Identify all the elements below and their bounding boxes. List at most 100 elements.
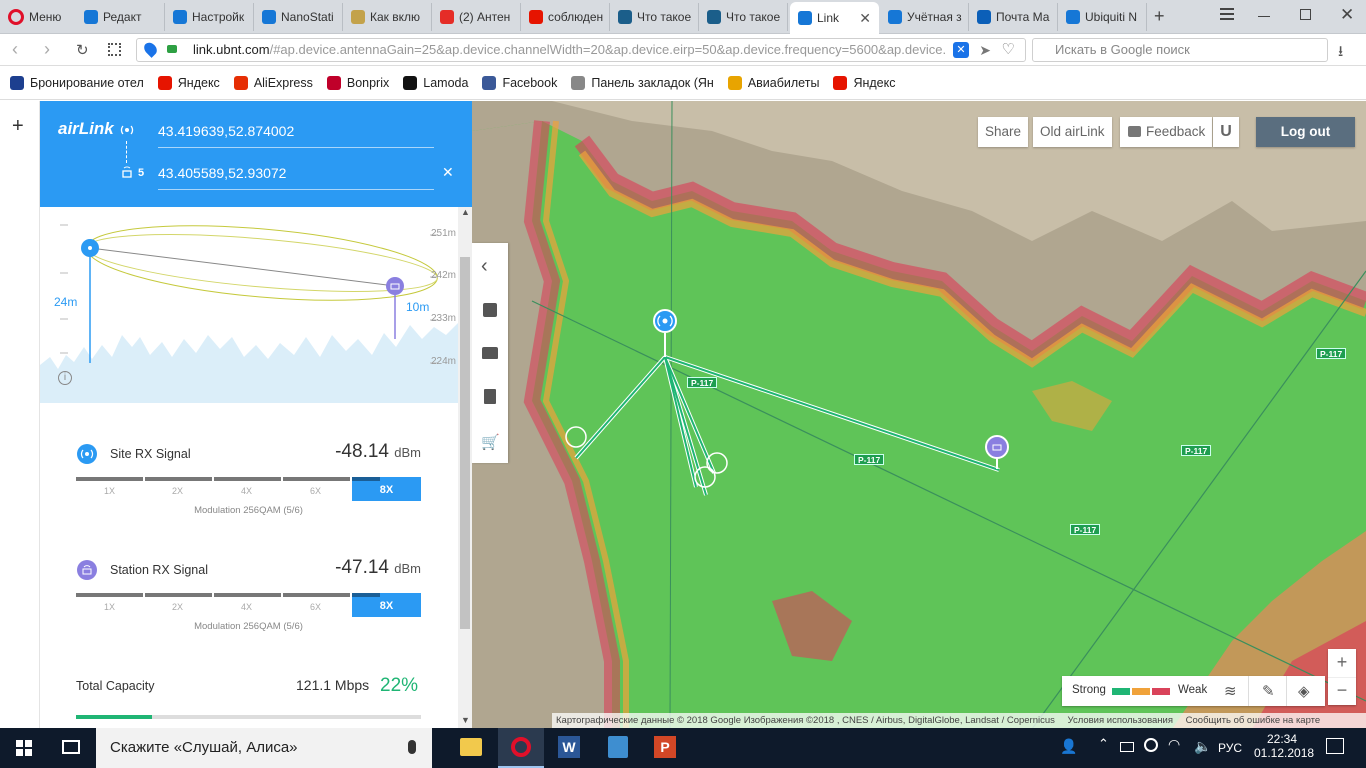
zoom-in-button[interactable]: + [1328, 649, 1356, 677]
bookmark-item[interactable]: Бронирование отел [10, 75, 144, 90]
tab-1[interactable]: Редакт [76, 3, 165, 31]
clear-station-icon[interactable]: ✕ [442, 164, 454, 181]
scroll-down-icon[interactable]: ▼ [461, 715, 470, 725]
minimize-icon[interactable] [1258, 16, 1270, 17]
tab-label: Редакт [103, 10, 142, 24]
road-label: P-117 [854, 454, 885, 465]
bookmark-item[interactable]: Facebook [482, 75, 557, 90]
station-coordinates-input[interactable]: 43.405589,52.93072 [158, 165, 434, 190]
wifi-icon[interactable]: ◠ [1168, 736, 1180, 753]
open-folder-icon[interactable] [482, 347, 498, 359]
tab-7[interactable]: Что такое [610, 3, 699, 31]
powerpoint-icon[interactable]: P [654, 736, 676, 758]
send-icon[interactable]: ➤ [979, 39, 991, 61]
tab-11[interactable]: Почта Ма [969, 3, 1058, 31]
reload-icon[interactable]: ↻ [76, 41, 89, 59]
notifications-icon[interactable] [1326, 738, 1344, 754]
scroll-thumb[interactable] [460, 257, 470, 629]
forward-icon[interactable]: › [44, 39, 50, 60]
wifi-icon [618, 10, 632, 24]
speed-dial-icon[interactable] [108, 43, 121, 56]
download-icon[interactable]: ⭳ [1338, 41, 1343, 66]
share-button[interactable]: Share [978, 117, 1029, 147]
info-icon[interactable]: i [58, 371, 72, 385]
document-icon[interactable] [484, 389, 496, 404]
add-icon[interactable]: + [12, 115, 24, 138]
tab-label: Как вклю [370, 10, 421, 24]
back-icon[interactable]: ‹ [12, 39, 18, 60]
word-icon[interactable]: W [558, 736, 580, 758]
site-coordinates-input[interactable]: 43.419639,52.874002 [158, 123, 434, 148]
windows-start-icon[interactable] [16, 740, 32, 756]
terms-link[interactable]: Условия использования [1068, 715, 1173, 726]
yandex-icon [833, 75, 848, 90]
zoom-out-button[interactable]: − [1328, 677, 1356, 705]
language-indicator[interactable]: РУС [1218, 741, 1242, 755]
tab-5[interactable]: (2) Антен [432, 3, 521, 31]
explorer-icon[interactable] [460, 738, 482, 756]
level-8x-active: 8X [352, 593, 421, 617]
coverage-map[interactable]: P-117 P-117 P-117 P-117 P-117 Share Old … [472, 101, 1366, 729]
taskbar: Скажите «Слушай, Алиса» W P 👤 ⌃ ◠ 🔈 РУС … [0, 728, 1366, 768]
station-rx-label: Station RX Signal [110, 563, 208, 577]
search-field[interactable]: Искать в Google поиск [1032, 38, 1328, 62]
tab-4[interactable]: Как вклю [343, 3, 432, 31]
facebook-icon [482, 75, 497, 90]
profile-chart [40, 224, 458, 403]
tab-9[interactable]: Link ✕ [790, 2, 879, 34]
station-antenna-icon [122, 166, 132, 178]
tab-list-icon[interactable] [1220, 8, 1234, 10]
url-field[interactable]: link.ubnt.com/#ap.device.antennaGain=25&… [136, 38, 1026, 62]
bookmark-item[interactable]: Панель закладок (Ян [571, 75, 714, 90]
bookmark-item[interactable]: AliExpress [233, 75, 313, 90]
volume-icon[interactable]: 🔈 [1194, 738, 1211, 755]
report-link[interactable]: Сообщить об ошибке на карте [1186, 715, 1321, 726]
opera-menu-button[interactable]: Меню [0, 3, 76, 31]
cortana-search[interactable]: Скажите «Слушай, Алиса» [96, 728, 432, 768]
tab-12[interactable]: Ubiquiti N [1058, 3, 1147, 31]
task-view-icon[interactable] [62, 740, 80, 754]
clock[interactable]: 22:34 01.12.2018 [1254, 732, 1314, 760]
people-icon[interactable]: 👤 [1060, 738, 1077, 755]
battery-icon[interactable] [1120, 742, 1134, 752]
network-alert-icon[interactable] [1144, 738, 1158, 752]
bookmark-item[interactable]: Bonprix [326, 75, 389, 90]
close-tab-icon[interactable]: ✕ [859, 10, 871, 27]
panel-scrollbar[interactable]: ▲ ▼ [458, 207, 472, 729]
level-4x: 4X [241, 486, 253, 496]
scroll-up-icon[interactable]: ▲ [461, 207, 470, 217]
ruler-icon[interactable]: ✎ [1262, 682, 1275, 700]
signal-layer-icon[interactable]: ≋ [1224, 682, 1237, 700]
fresnel-zone-inner [86, 234, 438, 292]
old-airlink-button[interactable]: Old airLink [1033, 117, 1112, 147]
clear-url-icon[interactable]: ✕ [953, 42, 969, 58]
tray-expand-icon[interactable]: ⌃ [1098, 736, 1109, 752]
tab-bar: Меню Редакт Настройк NanoStati Как вклю (2) … [0, 0, 1366, 34]
microphone-icon[interactable] [408, 740, 416, 754]
tab-8[interactable]: Что такое [699, 3, 788, 31]
tab-10[interactable]: Учётная з [880, 3, 969, 31]
bookmark-item[interactable]: Яндекс [833, 75, 895, 90]
tab-6[interactable]: соблюден [521, 3, 610, 31]
bookmark-item[interactable]: Авиабилеты [727, 75, 819, 90]
bookmark-item[interactable]: Lamoda [403, 75, 468, 90]
capacity-fill [76, 715, 152, 719]
ubiquiti-logo-icon[interactable]: U [1213, 117, 1239, 147]
photos-icon[interactable] [608, 736, 628, 758]
heart-icon[interactable]: ♡ [1002, 39, 1015, 61]
layers-icon[interactable]: ◈ [1298, 682, 1310, 700]
save-icon[interactable] [483, 303, 497, 317]
feedback-button[interactable]: Feedback [1120, 117, 1213, 147]
collapse-panel-icon[interactable]: ‹ [481, 256, 499, 276]
new-tab-button[interactable]: + [1154, 6, 1165, 27]
tab-2[interactable]: Настройк [165, 3, 254, 31]
station-map-marker[interactable] [985, 435, 1009, 459]
opera-taskbar-item[interactable] [498, 728, 544, 768]
station-marker[interactable] [386, 277, 404, 295]
logout-button[interactable]: Log out [1256, 117, 1355, 147]
bookmark-item[interactable]: Яндекс [157, 75, 220, 90]
tab-3[interactable]: NanoStati [254, 3, 343, 31]
close-window-icon[interactable]: ✕ [1340, 5, 1354, 25]
cart-icon[interactable]: 🛒 [481, 433, 500, 451]
maximize-icon[interactable] [1300, 9, 1311, 20]
